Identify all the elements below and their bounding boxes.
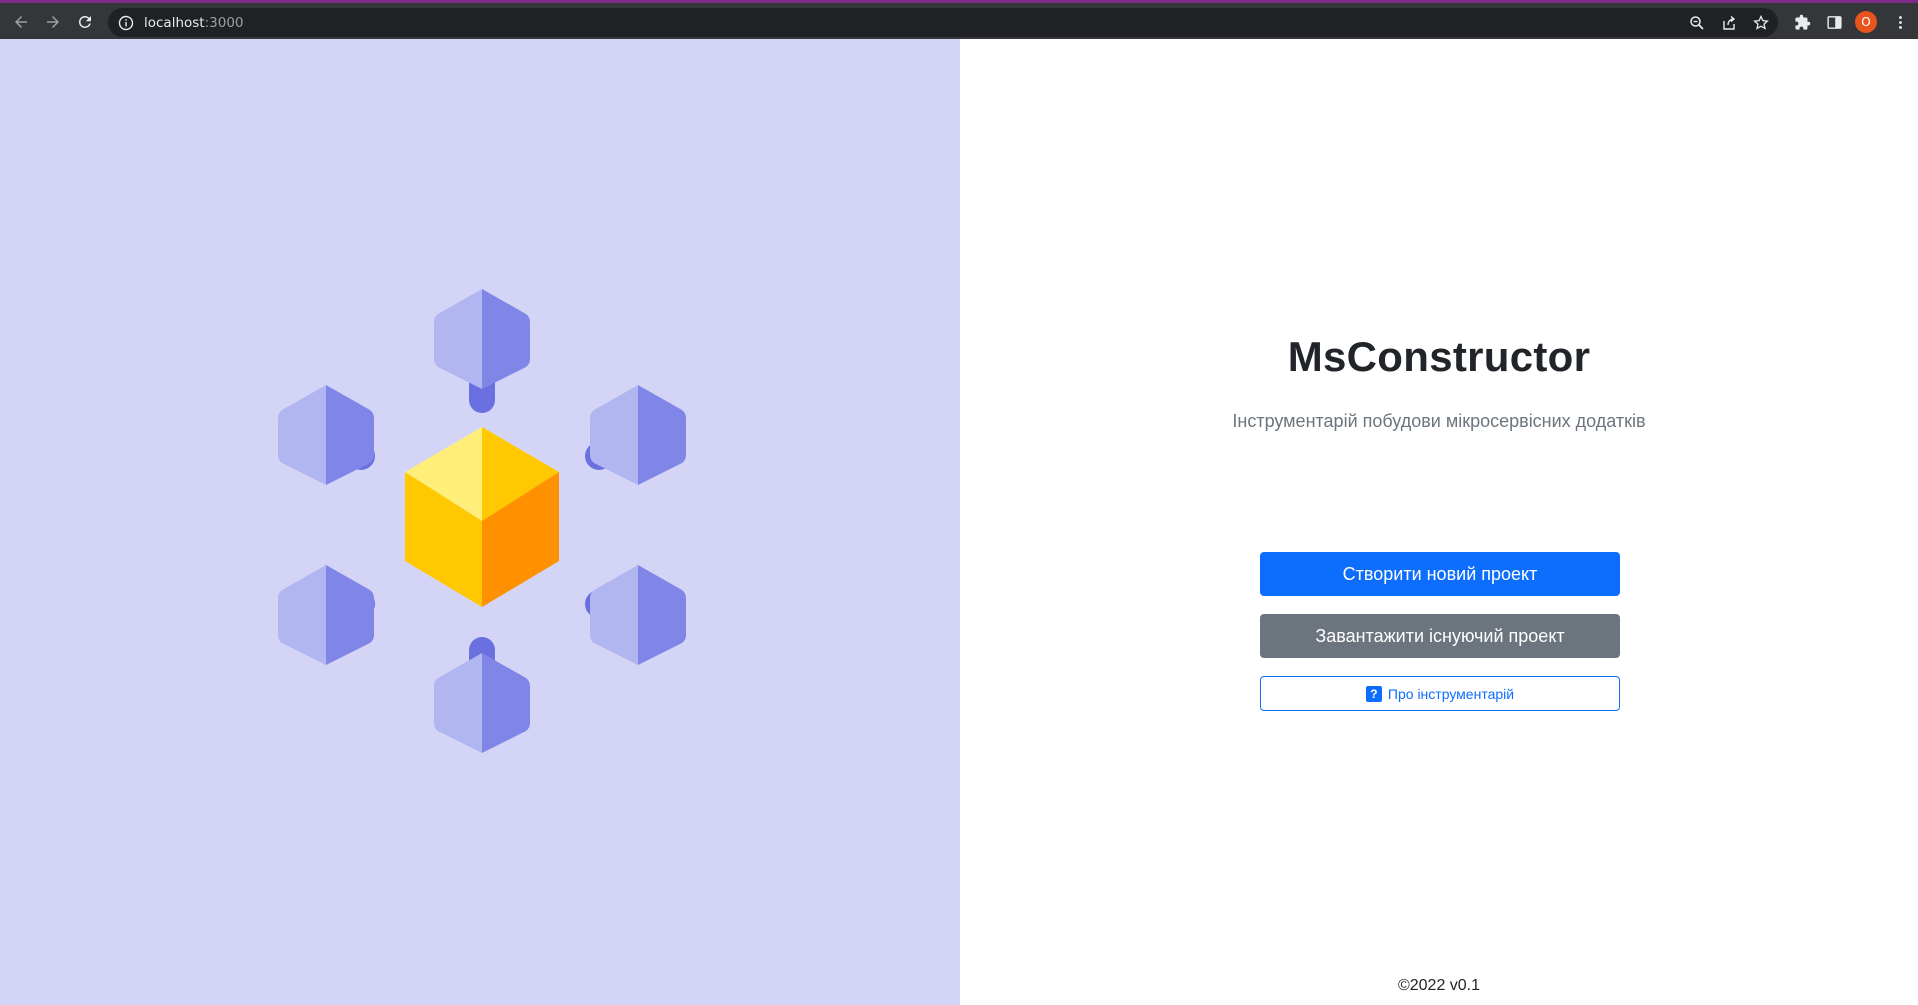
question-icon: ? [1365,685,1382,702]
url-text: localhost:3000 [144,15,244,31]
zoom-icon[interactable] [1686,12,1708,34]
url-port: :3000 [204,14,244,31]
star-icon[interactable] [1750,12,1772,34]
puzzle-icon[interactable] [1790,10,1814,34]
page: MsConstructor Інструментарій побудови мі… [0,39,1918,1005]
welcome-panel: MsConstructor Інструментарій побудови мі… [960,39,1918,1005]
about-button[interactable]: ? Про інструментарій [1260,676,1620,711]
about-button-label: Про інструментарій [1387,685,1515,702]
page-subtitle: Інструментарій побудови мікросервісних д… [1232,411,1646,431]
forward-arrow-icon[interactable] [40,9,66,35]
kebab-menu-icon[interactable] [1888,10,1912,34]
page-title: MsConstructor [1287,333,1591,380]
load-project-button[interactable]: Завантажити існуючий проект [1260,614,1620,658]
create-project-button[interactable]: Створити новий проект [1260,552,1620,596]
illustration-panel [0,39,960,1005]
footer-version: ©2022 v0.1 [1397,977,1481,994]
url-host: localhost [144,14,205,31]
info-icon[interactable] [118,15,134,31]
reload-icon[interactable] [72,9,98,35]
browser-toolbar: localhost:3000 O [0,0,1918,39]
address-bar[interactable]: localhost:3000 [108,8,1778,37]
cube-icon [405,427,559,607]
microservices-illustration [278,289,686,753]
back-arrow-icon[interactable] [8,9,34,35]
share-icon[interactable] [1718,12,1740,34]
avatar[interactable]: O [1855,11,1877,33]
side-panel-icon[interactable] [1822,10,1846,34]
